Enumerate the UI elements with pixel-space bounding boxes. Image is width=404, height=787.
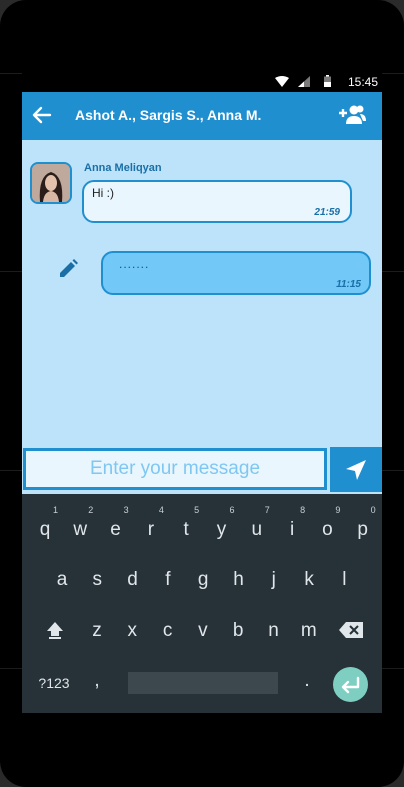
comma-key[interactable]: , bbox=[81, 659, 113, 703]
enter-arrow-icon bbox=[341, 676, 360, 694]
shift-key[interactable] bbox=[39, 608, 71, 652]
key-hint: 0 bbox=[370, 505, 376, 515]
status-time: 15:45 bbox=[347, 75, 378, 89]
sender-name: Anna Meliqyan bbox=[84, 162, 162, 174]
key-i[interactable]: i8 bbox=[276, 505, 308, 552]
frame-line bbox=[0, 470, 22, 471]
key-w[interactable]: w2 bbox=[64, 505, 96, 552]
message-time: 11:15 bbox=[336, 279, 361, 290]
message-input[interactable] bbox=[23, 448, 327, 490]
key-hint: 1 bbox=[52, 505, 58, 515]
key-o[interactable]: o9 bbox=[311, 505, 343, 552]
frame-line bbox=[0, 73, 22, 74]
message-text: ....... bbox=[119, 257, 150, 271]
key-y[interactable]: y6 bbox=[206, 505, 238, 552]
key-z[interactable]: z bbox=[81, 609, 113, 653]
key-hint: 7 bbox=[264, 505, 270, 515]
key-k[interactable]: k bbox=[293, 558, 325, 602]
key-t[interactable]: t5 bbox=[170, 505, 202, 552]
key-p[interactable]: p0 bbox=[347, 505, 379, 552]
frame-line bbox=[0, 668, 22, 669]
send-button[interactable] bbox=[330, 447, 382, 492]
conversation-title: Ashot A., Sargis S., Anna M. bbox=[75, 107, 262, 123]
status-bar: 15:45 bbox=[22, 70, 382, 92]
key-h[interactable]: h bbox=[223, 558, 255, 602]
backspace-icon bbox=[339, 622, 363, 638]
key-label: u bbox=[251, 519, 263, 540]
enter-key[interactable] bbox=[333, 667, 368, 702]
key-a[interactable]: a bbox=[46, 558, 78, 602]
avatar-photo bbox=[32, 164, 70, 202]
incoming-message-bubble[interactable]: Hi :) 21:59 bbox=[82, 180, 352, 223]
key-hint: 8 bbox=[300, 505, 306, 515]
key-f[interactable]: f bbox=[152, 558, 184, 602]
key-j[interactable]: j bbox=[258, 558, 290, 602]
key-d[interactable]: d bbox=[117, 558, 149, 602]
key-m[interactable]: m bbox=[293, 609, 325, 653]
key-label: e bbox=[110, 519, 121, 540]
app-bar: Ashot A., Sargis S., Anna M. bbox=[22, 92, 382, 140]
phone-screen: 15:45 Ashot A., Sargis S., Anna M. Anna … bbox=[22, 70, 382, 713]
add-person-icon[interactable] bbox=[338, 104, 366, 126]
key-g[interactable]: g bbox=[187, 558, 219, 602]
key-u[interactable]: u7 bbox=[241, 505, 273, 552]
key-hint: 5 bbox=[194, 505, 200, 515]
key-l[interactable]: l bbox=[328, 558, 360, 602]
key-q[interactable]: q1 bbox=[29, 505, 61, 552]
key-label: w bbox=[73, 519, 88, 540]
key-hint: 9 bbox=[335, 505, 341, 515]
edit-pencil-icon[interactable] bbox=[57, 258, 79, 280]
signal-icon bbox=[298, 76, 310, 87]
frame-line bbox=[382, 271, 404, 272]
key-hint: 2 bbox=[88, 505, 94, 515]
frame-line bbox=[382, 668, 404, 669]
key-c[interactable]: c bbox=[152, 609, 184, 653]
key-x[interactable]: x bbox=[116, 609, 148, 653]
period-key[interactable]: . bbox=[291, 659, 323, 703]
key-label: i bbox=[289, 519, 295, 540]
wifi-icon bbox=[275, 76, 289, 87]
key-b[interactable]: b bbox=[222, 609, 254, 653]
key-label: r bbox=[147, 519, 155, 540]
key-s[interactable]: s bbox=[81, 558, 113, 602]
message-list[interactable]: Anna Meliqyan Hi :) 21:59 ....... 11:15 bbox=[22, 140, 382, 446]
soft-keyboard: q1w2e3r4t5y6u7i8o9p0 asdfghjkl zxcvbnm ?… bbox=[22, 494, 382, 713]
key-e[interactable]: e3 bbox=[100, 505, 132, 552]
key-hint: 4 bbox=[158, 505, 164, 515]
key-hint: 3 bbox=[123, 505, 129, 515]
frame-line bbox=[382, 73, 404, 74]
key-hint: 6 bbox=[229, 505, 235, 515]
outgoing-message-bubble[interactable]: ....... 11:15 bbox=[101, 251, 371, 295]
key-label: t bbox=[183, 519, 189, 540]
key-v[interactable]: v bbox=[187, 609, 219, 653]
key-label: q bbox=[39, 519, 51, 540]
backspace-key[interactable] bbox=[335, 608, 367, 652]
key-label: o bbox=[322, 519, 333, 540]
key-label: y bbox=[216, 519, 227, 540]
message-time: 21:59 bbox=[314, 207, 340, 218]
shift-icon bbox=[47, 622, 63, 639]
spacebar[interactable] bbox=[128, 672, 278, 694]
battery-icon bbox=[324, 75, 331, 87]
key-label: p bbox=[357, 519, 368, 540]
key-n[interactable]: n bbox=[258, 609, 290, 653]
send-icon bbox=[346, 460, 366, 480]
message-text: Hi :) bbox=[92, 186, 114, 200]
avatar[interactable] bbox=[30, 162, 72, 204]
device-frame: 15:45 Ashot A., Sargis S., Anna M. Anna … bbox=[0, 0, 404, 787]
compose-bar bbox=[22, 446, 382, 494]
frame-line bbox=[382, 470, 404, 471]
back-arrow-icon[interactable] bbox=[30, 104, 52, 126]
frame-line bbox=[0, 271, 22, 272]
key-r[interactable]: r4 bbox=[135, 505, 167, 552]
symbols-key[interactable]: ?123 bbox=[34, 661, 74, 705]
